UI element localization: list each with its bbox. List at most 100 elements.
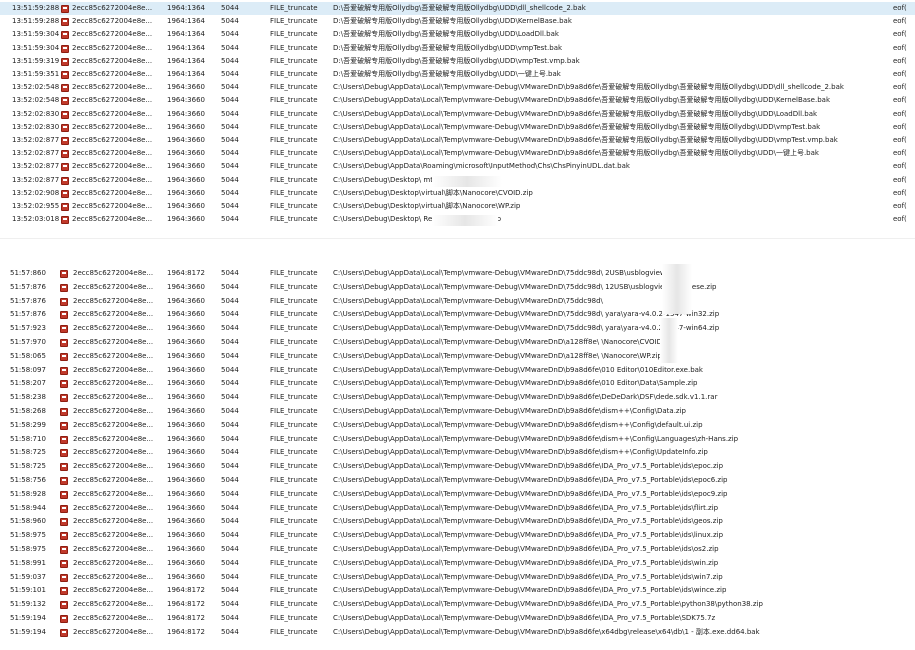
event-row[interactable]: 51:59:037 2ecc85c6272004e8e... 1964:3660 50… [0,571,915,584]
event-row[interactable]: 51:58:097 2ecc85c6272004e8e... 1964:3660 50… [0,364,915,377]
event-time: 51:57:876 [10,310,46,319]
event-row[interactable]: 13:51:59:288 2ecc85c6272004e8e... 1964:136… [0,15,915,28]
event-seq: 5044 [221,434,239,443]
event-pid-tid: 1964:3660 [167,83,205,92]
event-time: 51:58:725 [10,462,46,471]
event-result: eof( [893,162,907,171]
event-row[interactable]: 13:52:02:548 2ecc85c6272004e8e... 1964:366… [0,94,915,107]
event-operation: FILE_truncate [270,448,318,457]
event-operation: FILE_truncate [270,614,318,622]
event-path: C:\Users\Debug\AppData\Local\Temp\vmware… [333,296,603,305]
event-seq: 5044 [221,531,239,540]
event-time: 51:58:928 [10,489,46,498]
event-row[interactable]: 51:59:194 2ecc85c6272004e8e... 1964:8172 50… [0,612,915,625]
event-row[interactable]: 51:58:975 2ecc85c6272004e8e... 1964:3660 50… [0,529,915,542]
process-icon [60,380,68,389]
event-row[interactable]: 51:57:876 2ecc85c6272004e8e... 1964:3660 50… [0,308,915,321]
event-row[interactable]: 51:58:725 2ecc85c6272004e8e... 1964:3660 50… [0,460,915,473]
event-row[interactable]: 51:59:101 2ecc85c6272004e8e... 1964:8172 50… [0,584,915,597]
process-icon [60,477,68,485]
event-seq: 5044 [221,162,239,171]
event-row[interactable]: 51:57:876 2ecc85c6272004e8e... 1964:3660 50… [0,281,915,294]
event-process: 2ecc85c6272004e8e... [72,30,153,39]
event-process: 2ecc85c6272004e8e... [73,434,154,443]
event-row[interactable]: 51:59:194 2ecc85c6272004e8e... 1964:8172 50… [0,626,915,639]
event-row[interactable]: 13:51:59:351 2ecc85c6272004e8e... 1964:136… [0,68,915,81]
event-pid-tid: 1964:3660 [167,310,205,319]
event-seq: 5044 [221,338,239,346]
event-path: C:\Users\Debug\AppData\Local\Temp\vmware… [333,96,831,105]
event-row[interactable]: 51:58:065 2ecc85c6272004e8e... 1964:3660 50… [0,350,915,363]
event-row[interactable]: 51:57:860 2ecc85c6272004e8e... 1964:8172 50… [0,267,915,280]
event-seq: 5044 [221,109,239,118]
event-operation: FILE_truncate [270,407,318,415]
event-path: C:\Users\Debug\AppData\Local\Temp\vmware… [333,420,703,429]
event-row[interactable]: 51:58:756 2ecc85c6272004e8e... 1964:3660 50… [0,474,915,487]
event-row[interactable]: 51:58:725 2ecc85c6272004e8e... 1964:3660 50… [0,446,915,459]
event-row[interactable]: 13:52:02:877 2ecc85c6272004e8e... 1964:366… [0,160,915,173]
event-row[interactable]: 51:58:238 2ecc85c6272004e8e... 1964:3660 50… [0,391,915,404]
event-seq: 5044 [221,462,239,471]
event-row[interactable]: 13:52:02:877 2ecc85c6272004e8e... 1964:366… [0,134,915,147]
event-row[interactable]: 13:52:02:908 2ecc85c6272004e8e... 1964:366… [0,187,915,200]
event-path: D:\吾爱破解专用版Ollydbg\吾爱破解专用版Ollydbg\UDD\dll… [333,4,586,12]
event-row[interactable]: 51:58:268 2ecc85c6272004e8e... 1964:3660 50… [0,405,915,418]
event-row[interactable]: 51:57:923 2ecc85c6272004e8e... 1964:3660 50… [0,322,915,335]
event-row[interactable]: 13:52:02:548 2ecc85c6272004e8e... 1964:366… [0,81,915,94]
event-row[interactable]: 51:57:970 2ecc85c6272004e8e... 1964:3660 50… [0,336,915,349]
event-process: 2ecc85c6272004e8e... [73,282,154,291]
event-row[interactable]: 13:51:59:304 2ecc85c6272004e8e... 1964:136… [0,42,915,55]
event-row[interactable]: 51:58:299 2ecc85c6272004e8e... 1964:3660 50… [0,419,915,432]
event-row[interactable]: 51:58:991 2ecc85c6272004e8e... 1964:3660 50… [0,557,915,570]
event-pid-tid: 1964:3660 [167,545,205,553]
event-seq: 5044 [221,30,239,39]
event-result: eof( [893,109,907,118]
event-row[interactable]: 51:58:710 2ecc85c6272004e8e... 1964:3660 50… [0,433,915,446]
event-pid-tid: 1964:3660 [167,296,205,305]
event-operation: FILE_truncate [270,269,318,277]
event-time: 13:51:59:288 [12,17,60,26]
event-pid-tid: 1964:3660 [167,215,205,224]
event-pid-tid: 1964:1364 [167,56,205,65]
redaction-mark [432,215,498,226]
event-row[interactable]: 13:52:02:955 2ecc85c6272004e8e... 1964:366… [0,200,915,213]
redaction-mark [432,176,502,187]
event-path: C:\Users\Debug\AppData\Local\Temp\vmware… [333,434,739,443]
event-row[interactable]: 51:57:876 2ecc85c6272004e8e... 1964:3660 50… [0,295,915,308]
event-operation: FILE_truncate [270,162,318,171]
event-path: C:\Users\Debug\AppData\Local\Temp\vmware… [333,379,698,388]
process-icon [60,587,68,596]
event-seq: 5044 [221,136,239,144]
event-result: eof( [893,175,907,184]
event-row[interactable]: 51:58:207 2ecc85c6272004e8e... 1964:3660 50… [0,377,915,390]
event-row[interactable]: 13:51:59:288 2ecc85c6272004e8e... 1964:136… [0,2,915,16]
event-pid-tid: 1964:8172 [167,586,205,595]
event-path: C:\Users\Debug\AppData\Roaming\microsoft… [333,162,630,171]
event-row[interactable]: 51:58:975 2ecc85c6272004e8e... 1964:3660 50… [0,543,915,556]
event-row[interactable]: 51:58:928 2ecc85c6272004e8e... 1964:3660 50… [0,488,915,501]
event-row[interactable]: 13:51:59:304 2ecc85c6272004e8e... 1964:136… [0,28,915,41]
event-time: 13:52:02:877 [12,162,60,171]
event-operation: FILE_truncate [270,462,318,471]
event-pid-tid: 1964:3660 [167,188,205,197]
event-pid-tid: 1964:3660 [167,517,205,526]
event-result: eof( [893,4,907,12]
event-seq: 5044 [221,503,239,512]
event-path: C:\Users\Debug\AppData\Local\Temp\vmware… [333,600,763,609]
event-row[interactable]: 13:52:02:830 2ecc85c6272004e8e... 1964:366… [0,108,915,121]
event-pid-tid: 1964:3660 [167,338,205,346]
event-row[interactable]: 13:52:02:877 2ecc85c6272004e8e... 1964:366… [0,147,915,160]
process-icon [61,110,69,119]
process-icon [60,408,68,416]
event-seq: 5044 [221,614,239,622]
event-row[interactable]: 51:58:960 2ecc85c6272004e8e... 1964:3660 50… [0,515,915,528]
event-pid-tid: 1964:1364 [167,17,205,26]
process-icon [60,394,68,403]
process-icon [60,601,68,610]
event-time: 51:58:944 [10,503,46,512]
event-row[interactable]: 51:59:132 2ecc85c6272004e8e... 1964:8172 50… [0,598,915,611]
event-row[interactable]: 13:52:02:830 2ecc85c6272004e8e... 1964:366… [0,121,915,134]
event-row[interactable]: 51:58:944 2ecc85c6272004e8e... 1964:3660 50… [0,502,915,515]
event-row[interactable]: 13:51:59:319 2ecc85c6272004e8e... 1964:136… [0,55,915,68]
event-seq: 5044 [221,215,239,224]
